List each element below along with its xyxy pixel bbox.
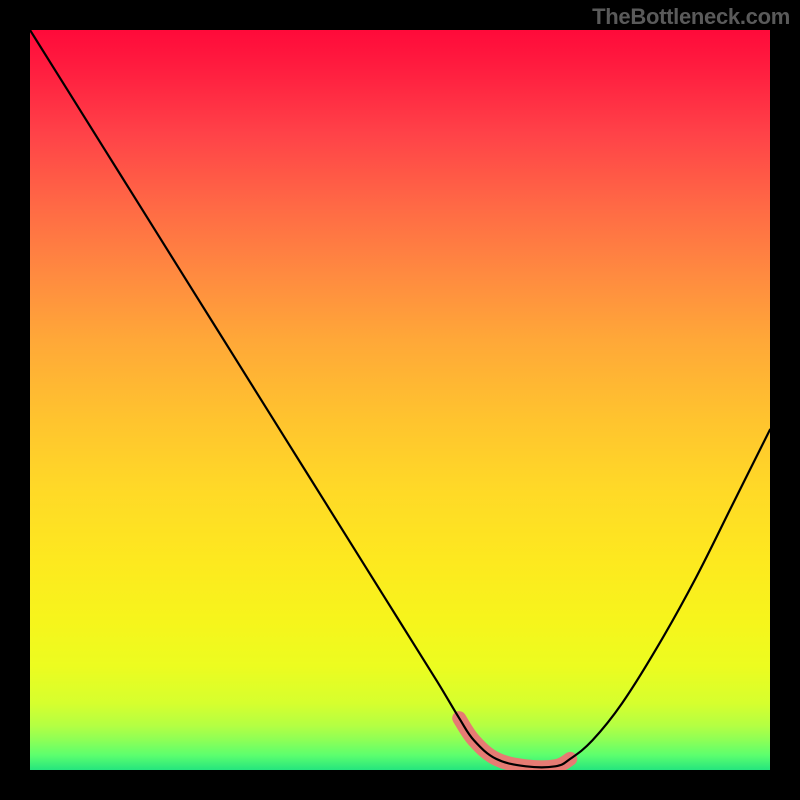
chart-container: TheBottleneck.com: [0, 0, 800, 800]
chart-svg: [30, 30, 770, 770]
bottleneck-curve-path: [30, 30, 770, 767]
watermark-text: TheBottleneck.com: [592, 4, 790, 30]
plot-area: [30, 30, 770, 770]
